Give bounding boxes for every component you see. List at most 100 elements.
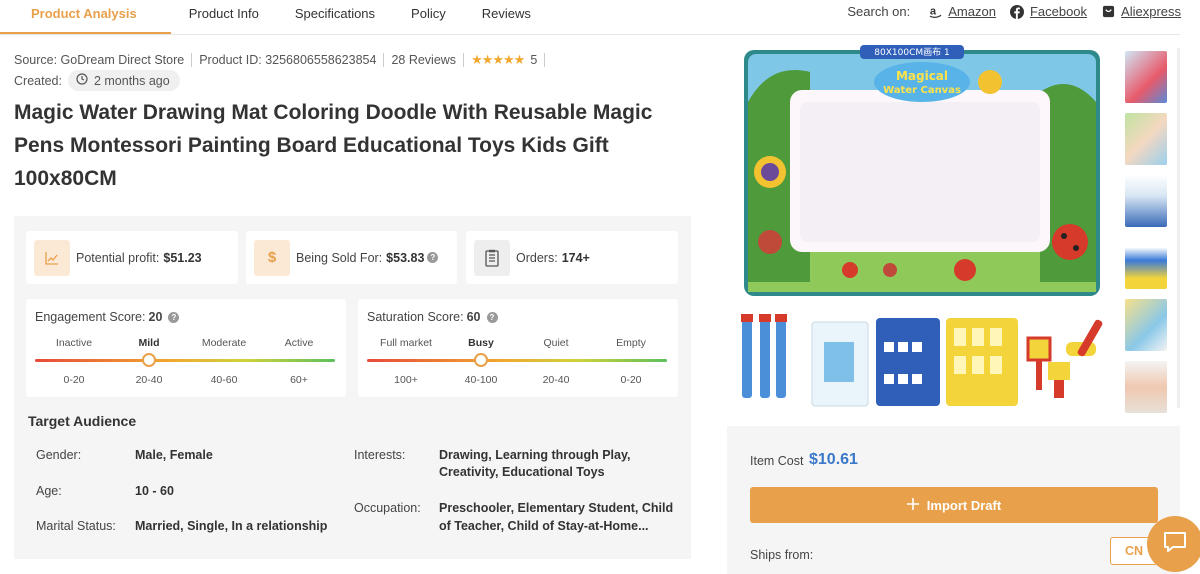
product-title: Magic Water Drawing Mat Coloring Doodle … bbox=[14, 101, 653, 190]
import-draft-button[interactable]: Import Draft bbox=[750, 487, 1158, 523]
accessories-image[interactable] bbox=[736, 312, 1112, 412]
aliexpress-icon bbox=[1101, 5, 1115, 19]
interests-value-line2: Creativity, Educational Toys bbox=[439, 465, 605, 479]
gender-value: Male, Female bbox=[135, 448, 213, 462]
saturation-label: Saturation Score: bbox=[367, 310, 464, 324]
facebook-link-label: Facebook bbox=[1029, 4, 1088, 19]
item-cost-label: Item Cost bbox=[750, 454, 804, 468]
product-main-image[interactable]: 80X100CM画布 1 Magical Water Canvas bbox=[740, 42, 1104, 300]
interests-label: Interests: bbox=[354, 448, 406, 462]
engagement-range: 20-40 bbox=[135, 374, 163, 386]
logo-line2: Water Canvas bbox=[883, 85, 961, 96]
amazon-link[interactable]: a Amazon bbox=[928, 4, 996, 19]
divider bbox=[463, 53, 465, 67]
clipboard-icon bbox=[474, 239, 510, 276]
amazon-link-label: Amazon bbox=[948, 4, 996, 19]
rating-stars-icon: ★★★★★ bbox=[471, 52, 525, 67]
saturation-gradient-bar bbox=[367, 359, 667, 362]
engagement-range: 0-20 bbox=[63, 374, 85, 386]
thumbnail-image[interactable] bbox=[1125, 113, 1167, 165]
dollar-icon: $ bbox=[254, 239, 290, 276]
saturation-header: Saturation Score: 60 ? bbox=[367, 310, 498, 324]
aliexpress-link[interactable]: Aliexpress bbox=[1101, 4, 1181, 19]
saturation-level: Full market bbox=[380, 337, 432, 349]
thumbnail-list bbox=[1125, 51, 1169, 423]
rating-value: 5 bbox=[530, 53, 538, 67]
size-banner-text: 80X100CM画布 1 bbox=[874, 46, 949, 58]
tab-policy[interactable]: Policy bbox=[393, 0, 464, 34]
search-on-bar: Search on: a Amazon Facebook Aliexpress bbox=[847, 4, 1181, 19]
profit-label: Potential profit: bbox=[76, 250, 160, 265]
age-value: 10 - 60 bbox=[135, 484, 174, 498]
tab-divider bbox=[0, 34, 1180, 35]
engagement-level: Inactive bbox=[55, 337, 93, 349]
help-icon[interactable]: ? bbox=[486, 311, 498, 323]
saturation-value: 60 bbox=[466, 310, 481, 324]
amazon-icon: a bbox=[928, 5, 942, 19]
help-icon[interactable]: ? bbox=[427, 252, 439, 263]
created-info: Created: 2 months ago bbox=[14, 70, 180, 91]
engagement-slider-knob bbox=[142, 353, 156, 367]
plus-icon bbox=[906, 497, 919, 513]
thumbnail-image[interactable] bbox=[1125, 361, 1167, 413]
search-on-label: Search on: bbox=[847, 4, 911, 19]
item-cost-value: $10.61 bbox=[809, 451, 858, 468]
saturation-range: 100+ bbox=[394, 374, 418, 386]
divider bbox=[383, 53, 385, 67]
orders-value: 174+ bbox=[561, 250, 590, 265]
saturation-range: 20-40 bbox=[542, 374, 570, 386]
age-label: Age: bbox=[36, 484, 62, 498]
engagement-gradient-bar bbox=[35, 359, 335, 362]
divider bbox=[544, 53, 546, 67]
potential-profit-card: Potential profit: $51.23 bbox=[26, 231, 238, 284]
chat-button[interactable] bbox=[1147, 516, 1200, 572]
engagement-level-selected: Mild bbox=[138, 337, 160, 349]
created-label: Created: bbox=[14, 73, 62, 88]
thumbnail-image[interactable] bbox=[1125, 299, 1167, 351]
saturation-level: Quiet bbox=[543, 337, 569, 349]
thumbnail-image[interactable] bbox=[1125, 175, 1167, 227]
orders-card: Orders: 174+ bbox=[466, 231, 678, 284]
saturation-slider-knob bbox=[474, 353, 488, 367]
import-panel: Item Cost $10.61 Import Draft Ships from… bbox=[727, 426, 1180, 574]
ships-from-label: Ships from: bbox=[750, 548, 814, 562]
engagement-range: 40-60 bbox=[210, 374, 238, 386]
facebook-link[interactable]: Facebook bbox=[1009, 4, 1088, 19]
tab-product-info[interactable]: Product Info bbox=[171, 0, 277, 34]
analysis-panel: Potential profit: $51.23 $ Being Sold Fo… bbox=[14, 216, 691, 559]
saturation-range: 40-100 bbox=[464, 374, 498, 386]
saturation-level-selected: Busy bbox=[468, 337, 494, 349]
tab-product-analysis[interactable]: Product Analysis bbox=[0, 0, 171, 34]
gender-label: Gender: bbox=[36, 448, 82, 462]
product-meta: Source: GoDream Direct Store Product ID:… bbox=[14, 52, 552, 68]
orders-label: Orders: bbox=[516, 250, 558, 265]
occupation-label: Occupation: bbox=[354, 501, 421, 515]
product-id: Product ID: 3256806558623854 bbox=[199, 53, 377, 67]
occupation-value-line1: Preschooler, Elementary Student, Child bbox=[439, 501, 674, 515]
aliexpress-link-label: Aliexpress bbox=[1121, 4, 1181, 19]
engagement-label: Engagement Score: bbox=[35, 310, 146, 324]
engagement-header: Engagement Score: 20 ? bbox=[35, 310, 180, 324]
engagement-score-card: Engagement Score: 20 ? Inactive Mild Mod… bbox=[26, 299, 346, 397]
saturation-score-card: Saturation Score: 60 ? Full market Busy … bbox=[358, 299, 678, 397]
target-audience-title: Target Audience bbox=[28, 413, 137, 429]
created-badge: 2 months ago bbox=[67, 70, 180, 91]
marital-status-label: Marital Status: bbox=[36, 519, 116, 533]
marital-status-value: Married, Single, In a relationship bbox=[135, 519, 328, 533]
source-store: Source: GoDream Direct Store bbox=[14, 53, 185, 67]
help-icon[interactable]: ? bbox=[168, 311, 180, 323]
svg-text:a: a bbox=[930, 5, 937, 17]
engagement-range: 60+ bbox=[290, 374, 308, 386]
saturation-range: 0-20 bbox=[620, 374, 642, 386]
engagement-level: Active bbox=[284, 337, 314, 349]
thumbnail-scrollbar[interactable] bbox=[1177, 48, 1180, 408]
tab-reviews[interactable]: Reviews bbox=[464, 0, 549, 34]
chart-line-icon bbox=[34, 239, 70, 276]
interests-value-line1: Drawing, Learning through Play, bbox=[439, 448, 631, 462]
review-count: 28 Reviews bbox=[391, 53, 457, 67]
tab-specifications[interactable]: Specifications bbox=[277, 0, 393, 34]
thumbnail-image[interactable] bbox=[1125, 237, 1167, 289]
chat-icon bbox=[1162, 530, 1188, 559]
engagement-level: Moderate bbox=[201, 337, 247, 349]
thumbnail-image[interactable] bbox=[1125, 51, 1167, 103]
